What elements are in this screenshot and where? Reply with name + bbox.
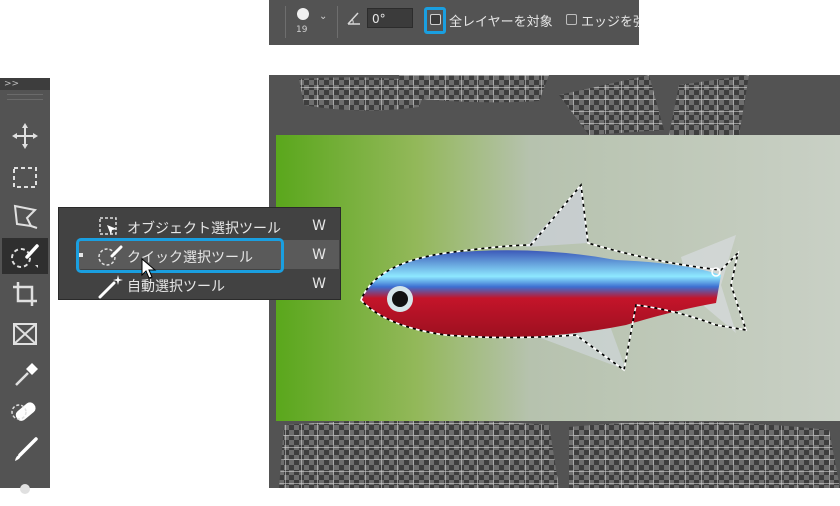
eyedropper-tool-icon (15, 363, 38, 386)
shortcut-key: W (312, 276, 326, 292)
collapse-panel-button[interactable]: >> (0, 78, 50, 90)
magic-wand-tool-item[interactable]: 自動選択ツール W (59, 270, 340, 299)
eyedropper-tool[interactable] (7, 358, 43, 390)
marquee-tool[interactable] (7, 162, 43, 194)
next-tool[interactable] (7, 470, 43, 494)
move-tool[interactable] (7, 120, 43, 152)
options-separator (285, 6, 286, 38)
brush-tool[interactable] (7, 434, 43, 466)
enhance-edge-checkbox[interactable] (566, 14, 577, 25)
quick-selection-tool[interactable] (7, 240, 43, 272)
menu-item-label: オブジェクト選択ツール (127, 221, 281, 237)
healing-brush-tool-icon (11, 402, 36, 421)
lasso-tool[interactable] (7, 200, 43, 232)
shortcut-key: W (312, 247, 326, 263)
neon-tetra-photo (276, 135, 840, 421)
frame-tool-icon (13, 323, 37, 345)
sample-all-layers-label: 全レイヤーを対象 (449, 15, 553, 30)
move-tool-icon (12, 123, 38, 149)
magic-wand-icon (98, 275, 123, 299)
options-separator (337, 6, 338, 38)
options-bar: 19 ⌄ 0° 全レイヤーを対象 エッジを強 (269, 0, 639, 45)
brush-tool-icon (15, 437, 38, 461)
tool-icon (20, 484, 30, 494)
marquee-tool-icon (13, 167, 37, 188)
crop-tool-icon (13, 282, 37, 306)
object-selection-icon (99, 217, 117, 235)
menu-item-highlight (76, 238, 284, 273)
angle-input[interactable]: 0° (367, 8, 413, 28)
crop-tool[interactable] (7, 278, 43, 310)
brush-size-value: 19 (296, 25, 308, 35)
angle-icon (347, 12, 360, 25)
lasso-tool-icon (13, 204, 38, 229)
sample-all-layers-checkbox[interactable] (430, 14, 441, 25)
mouse-cursor-icon (141, 258, 157, 279)
frame-tool[interactable] (7, 318, 43, 350)
object-selection-tool-item[interactable]: オブジェクト選択ツール W (59, 212, 340, 241)
tools-panel: >> (0, 78, 50, 494)
enhance-edge-label: エッジを強 (581, 15, 639, 30)
chevron-down-icon[interactable]: ⌄ (319, 11, 327, 22)
shortcut-key: W (312, 218, 326, 234)
panel-grip[interactable] (7, 94, 43, 100)
brush-preset-icon[interactable] (297, 8, 309, 20)
quick-selection-tool-icon (11, 244, 39, 268)
healing-brush-tool[interactable] (7, 396, 43, 428)
